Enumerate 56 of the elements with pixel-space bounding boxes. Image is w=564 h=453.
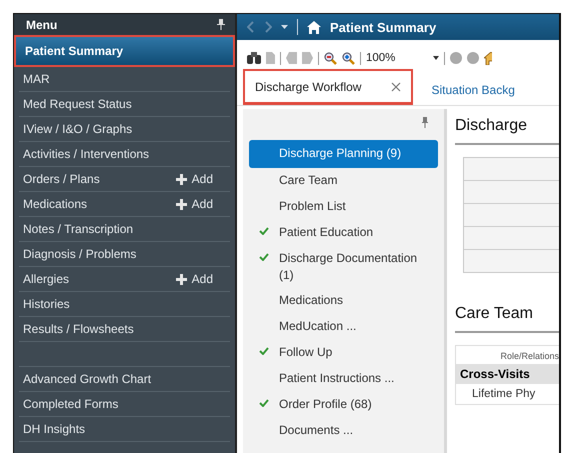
menu-item[interactable]: Medications Add	[19, 192, 230, 217]
zoom-out-icon[interactable]	[324, 52, 337, 64]
workflow-item[interactable]: Discharge Planning (9)	[249, 140, 438, 168]
add-link[interactable]: Add	[176, 272, 220, 286]
menu-item[interactable]: Med Request Status	[19, 92, 230, 117]
tab[interactable]: Situation Backg	[421, 75, 525, 105]
pin-icon[interactable]	[217, 19, 225, 30]
menu-item[interactable]: Allergies Add	[19, 267, 230, 292]
menu-item[interactable]: Notes / Transcription	[19, 217, 230, 242]
menu-item[interactable]: Patient Summary	[14, 35, 235, 67]
section-heading: Care Team	[455, 305, 534, 324]
close-icon[interactable]	[391, 82, 402, 92]
table-cell-text: Lifetime Phy	[471, 387, 536, 402]
menu-item[interactable]: Histories	[19, 292, 230, 317]
menu-item[interactable]: Activities / Interventions	[19, 142, 230, 167]
workflow-item[interactable]: Care Team	[249, 168, 438, 194]
menu-item[interactable]: Advanced Growth Chart	[19, 367, 230, 392]
menu-title: Menu	[26, 18, 58, 32]
workflow-item[interactable]: Problem List	[249, 194, 438, 220]
plus-icon	[176, 174, 187, 184]
check-icon	[259, 399, 269, 407]
tab[interactable]: Discharge Workflow	[243, 69, 414, 105]
menu-item[interactable]: Completed Forms	[19, 392, 230, 417]
binoculars-icon[interactable]	[247, 52, 261, 64]
workflow-item[interactable]: Medications	[249, 288, 438, 314]
check-icon	[259, 253, 269, 261]
workflow-item[interactable]: Follow Up	[249, 340, 438, 366]
menu-item[interactable]: Results / Flowsheets	[19, 317, 230, 342]
caret-icon[interactable]	[281, 25, 288, 29]
plus-icon	[176, 198, 187, 210]
group-row: Cross-Visits	[456, 364, 559, 384]
circle-icon[interactable]	[467, 52, 479, 64]
zoom-level[interactable]: 100%	[366, 52, 428, 64]
workflow-item[interactable]: MedUcation ...	[249, 314, 438, 340]
caret-icon[interactable]	[433, 56, 439, 60]
column-header: Role/Relations	[499, 350, 559, 363]
menu-item[interactable]: MAR	[19, 67, 230, 92]
workflow-item[interactable]: Discharge Documentation (1)	[249, 246, 438, 288]
workflow-item[interactable]: Order Profile (68)	[249, 392, 438, 418]
check-icon	[259, 347, 269, 355]
add-link[interactable]: Add	[176, 197, 220, 211]
plus-icon	[176, 274, 187, 284]
zoom-in-icon[interactable]	[342, 52, 355, 64]
menu-item[interactable]: Diagnosis / Problems	[19, 242, 230, 267]
page-title: Patient Summary	[330, 20, 436, 34]
add-link[interactable]: Add	[176, 172, 220, 186]
menu-item[interactable]: IView / I&O / Graphs	[19, 117, 230, 142]
workflow-item[interactable]: Patient Instructions ...	[249, 366, 438, 392]
circle-icon[interactable]	[450, 52, 462, 64]
menu-item[interactable]: Orders / Plans Add	[19, 167, 230, 192]
check-icon	[259, 227, 269, 235]
workflow-item[interactable]: Patient Education	[249, 220, 438, 246]
pin-icon[interactable]	[422, 117, 428, 128]
section-heading: Discharge	[455, 117, 528, 136]
workflow-item[interactable]: Documents ...	[249, 418, 438, 444]
menu-item[interactable]: DH Insights	[19, 417, 230, 442]
